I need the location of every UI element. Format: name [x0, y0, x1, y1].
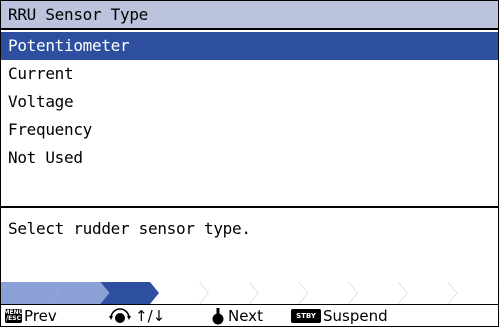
option-voltage[interactable]: Voltage: [1, 88, 498, 116]
hint-updown-label: ↑/↓: [135, 307, 166, 325]
wizard-progress-bar: [1, 282, 498, 304]
option-current[interactable]: Current: [1, 60, 498, 88]
hint-next: Next: [211, 306, 263, 326]
description-text: Select rudder sensor type.: [8, 219, 251, 238]
hint-prev: MENU /ESC Prev: [3, 306, 57, 326]
option-potentiometer[interactable]: Potentiometer: [1, 32, 498, 60]
hint-suspend: STBY Suspend: [291, 306, 388, 326]
stby-key-icon: STBY: [291, 309, 321, 323]
hint-prev-label: Prev: [24, 307, 57, 325]
option-frequency[interactable]: Frequency: [1, 116, 498, 144]
course-knob-icon: [109, 308, 131, 323]
progress-step-1: [1, 282, 60, 304]
sensor-type-list: Potentiometer Current Voltage Frequency …: [1, 32, 498, 172]
dialog-screen: RRU Sensor Type Potentiometer Current Vo…: [0, 0, 499, 327]
menu-esc-key-icon: MENU /ESC: [3, 309, 24, 323]
hint-suspend-label: Suspend: [323, 307, 388, 325]
option-not-used[interactable]: Not Used: [1, 144, 498, 172]
hint-next-label: Next: [228, 307, 263, 325]
description-divider: [1, 206, 498, 208]
knob-push-icon: [212, 308, 224, 325]
title-bar: RRU Sensor Type: [1, 1, 498, 30]
key-hint-bar: MENU /ESC Prev ↑/↓ Next STBY Suspend: [1, 304, 498, 326]
hint-updown: ↑/↓: [108, 306, 165, 326]
dialog-title: RRU Sensor Type: [8, 5, 148, 24]
